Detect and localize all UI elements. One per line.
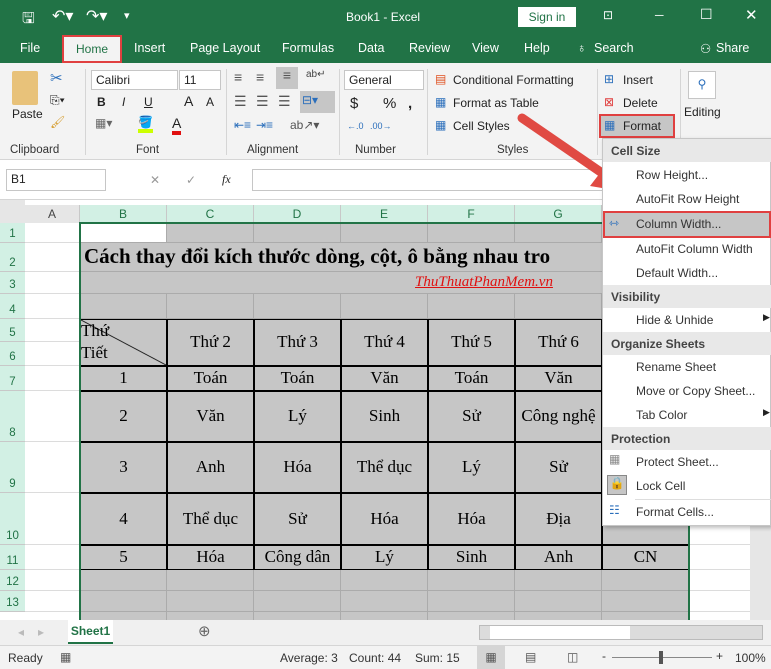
menu-section-protection: Protection bbox=[603, 427, 771, 450]
menu-item-rename-sheet[interactable]: Rename Sheet bbox=[603, 355, 771, 379]
menu-section-organize-sheets: Organize Sheets bbox=[603, 332, 771, 355]
zoom-out-icon[interactable]: - bbox=[602, 649, 606, 663]
submenu-arrow-icon: ▶ bbox=[763, 312, 770, 322]
sheet-tab-bar: ◂ ▸ Sheet1 ⊕ bbox=[0, 620, 771, 645]
menu-item-tab-color[interactable]: Tab Color bbox=[603, 403, 771, 427]
column-width-icon: ⇿ bbox=[609, 216, 620, 230]
page-layout-view-icon[interactable]: ▤ bbox=[525, 650, 536, 664]
next-sheet-icon[interactable]: ▸ bbox=[38, 625, 44, 639]
format-dropdown-menu: Cell Size Row Height... AutoFit Row Heig… bbox=[602, 138, 771, 526]
menu-item-protect-sheet[interactable]: Protect Sheet... bbox=[603, 450, 771, 474]
status-average: Average: 3 bbox=[280, 651, 338, 665]
status-count: Count: 44 bbox=[349, 651, 402, 665]
prev-sheet-icon[interactable]: ◂ bbox=[18, 625, 24, 639]
status-ready: Ready bbox=[8, 651, 43, 665]
zoom-level: 100% bbox=[735, 651, 766, 665]
menu-item-row-height[interactable]: Row Height... bbox=[603, 163, 771, 187]
zoom-slider-thumb[interactable] bbox=[659, 651, 663, 664]
horizontal-scrollbar[interactable] bbox=[479, 625, 763, 640]
menu-item-autofit-column-width[interactable]: AutoFit Column Width bbox=[603, 237, 771, 261]
protect-sheet-icon: ▦ bbox=[609, 452, 621, 466]
menu-item-default-width[interactable]: Default Width... bbox=[603, 261, 771, 285]
macro-record-icon[interactable]: ▦ bbox=[60, 650, 71, 664]
lock-icon: 🔒 bbox=[607, 475, 627, 495]
status-bar: Ready ▦ Average: 3 Count: 44 Sum: 15 ▦ ▤… bbox=[0, 645, 771, 669]
menu-section-visibility: Visibility bbox=[603, 285, 771, 308]
menu-section-cell-size: Cell Size bbox=[603, 139, 771, 162]
normal-view-icon[interactable]: ▦ bbox=[477, 646, 505, 669]
sheet-tab-sheet1[interactable]: Sheet1 bbox=[68, 620, 113, 644]
format-cells-icon: ☷ bbox=[609, 503, 620, 517]
zoom-in-icon[interactable]: + bbox=[716, 649, 723, 663]
page-break-view-icon[interactable]: ◫ bbox=[567, 650, 578, 664]
menu-item-column-width[interactable]: Column Width... bbox=[603, 211, 771, 238]
menu-item-move-copy-sheet[interactable]: Move or Copy Sheet... bbox=[603, 379, 771, 403]
menu-item-hide-unhide[interactable]: Hide & Unhide bbox=[603, 308, 771, 332]
add-sheet-icon[interactable]: ⊕ bbox=[198, 622, 211, 640]
submenu-arrow-icon: ▶ bbox=[763, 407, 770, 417]
menu-item-lock-cell[interactable]: Lock Cell bbox=[603, 474, 771, 498]
menu-item-format-cells[interactable]: Format Cells... bbox=[603, 500, 771, 524]
status-sum: Sum: 15 bbox=[415, 651, 460, 665]
menu-item-autofit-row-height[interactable]: AutoFit Row Height bbox=[603, 187, 771, 211]
